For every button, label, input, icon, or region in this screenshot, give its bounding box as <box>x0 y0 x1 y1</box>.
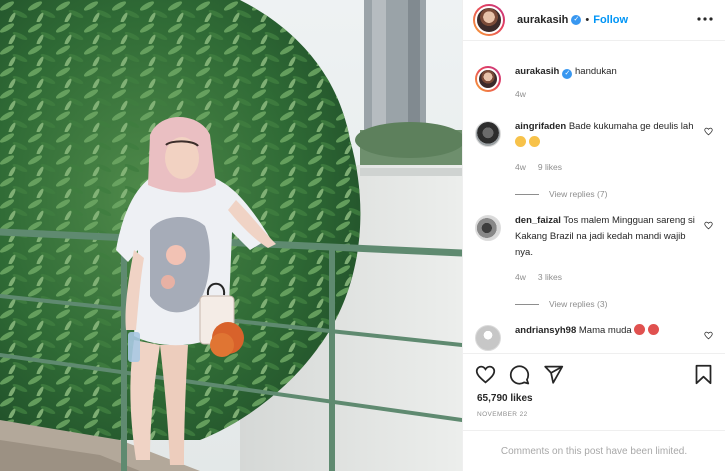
header-separator: • <box>585 14 590 26</box>
post-actions: 65,790 likes NOVEMBER 22 Comments on thi… <box>463 353 725 471</box>
author-username[interactable]: aurakasih <box>517 14 568 26</box>
view-replies-button[interactable]: View replies (3) <box>515 299 725 309</box>
comment-item: andriansyh98 Mama muda <box>463 323 725 351</box>
post-image <box>0 0 462 471</box>
post-caption: aurakasih ✓ handukan 4w <box>463 64 725 102</box>
post-date[interactable]: NOVEMBER 22 <box>463 404 725 418</box>
comment-likes[interactable]: 3 likes <box>538 269 562 285</box>
comments-limited-notice: Comments on this post have been limited. <box>463 430 725 471</box>
post-sidebar: aurakasih ✓ • Follow aurakasih ✓ handukan… <box>462 0 725 471</box>
comment-username[interactable]: andriansyh98 <box>515 325 576 336</box>
heart-eyes-emoji-icon <box>634 324 646 335</box>
heart-eyes-emoji-icon <box>647 324 659 335</box>
heart-icon[interactable] <box>704 331 713 340</box>
post-header: aurakasih ✓ • Follow <box>463 0 725 41</box>
author-avatar[interactable] <box>473 4 505 36</box>
more-horizontal-icon[interactable] <box>697 14 713 21</box>
verified-badge-icon: ✓ <box>562 69 573 79</box>
comment-likes[interactable]: 9 likes <box>538 159 562 175</box>
comment-item: aingrifaden Bade kukumaha ge deulis lah … <box>463 119 725 175</box>
commenter-avatar[interactable] <box>475 325 501 351</box>
commenter-avatar[interactable] <box>475 121 501 147</box>
heart-icon[interactable] <box>704 127 713 136</box>
post-photo[interactable] <box>0 0 462 471</box>
view-replies-label: View replies (7) <box>549 189 608 199</box>
caption-text: handukan <box>575 66 617 77</box>
comment-username[interactable]: aingrifaden <box>515 121 566 132</box>
heart-icon[interactable] <box>704 221 713 230</box>
comment-item: den_faizal Tos malem Mingguan sareng si … <box>463 213 725 285</box>
comment-age[interactable]: 4w <box>515 159 526 175</box>
bookmark-icon[interactable] <box>694 364 713 385</box>
likes-count[interactable]: 65,790 likes <box>463 385 725 404</box>
comment-username[interactable]: den_faizal <box>515 215 561 226</box>
comment-icon[interactable] <box>509 364 530 385</box>
comments-list[interactable]: aurakasih ✓ handukan 4w aingrifaden Bade … <box>463 51 725 353</box>
verified-badge-icon: ✓ <box>571 15 582 25</box>
astonished-emoji-icon <box>515 136 526 147</box>
comment-text: Mama muda <box>578 325 632 336</box>
comment-text: Bade kukumaha ge deulis lah <box>568 121 694 132</box>
view-replies-button[interactable]: View replies (7) <box>515 189 725 199</box>
view-replies-label: View replies (3) <box>549 299 608 309</box>
caption-avatar[interactable] <box>475 66 501 92</box>
heart-icon[interactable] <box>475 364 496 385</box>
caption-username[interactable]: aurakasih <box>515 66 559 77</box>
paper-plane-icon[interactable] <box>543 364 564 385</box>
caption-age[interactable]: 4w <box>515 86 526 102</box>
comment-age[interactable]: 4w <box>515 269 526 285</box>
commenter-avatar[interactable] <box>475 215 501 241</box>
follow-button[interactable]: Follow <box>593 14 628 26</box>
astonished-emoji-icon <box>528 136 540 147</box>
